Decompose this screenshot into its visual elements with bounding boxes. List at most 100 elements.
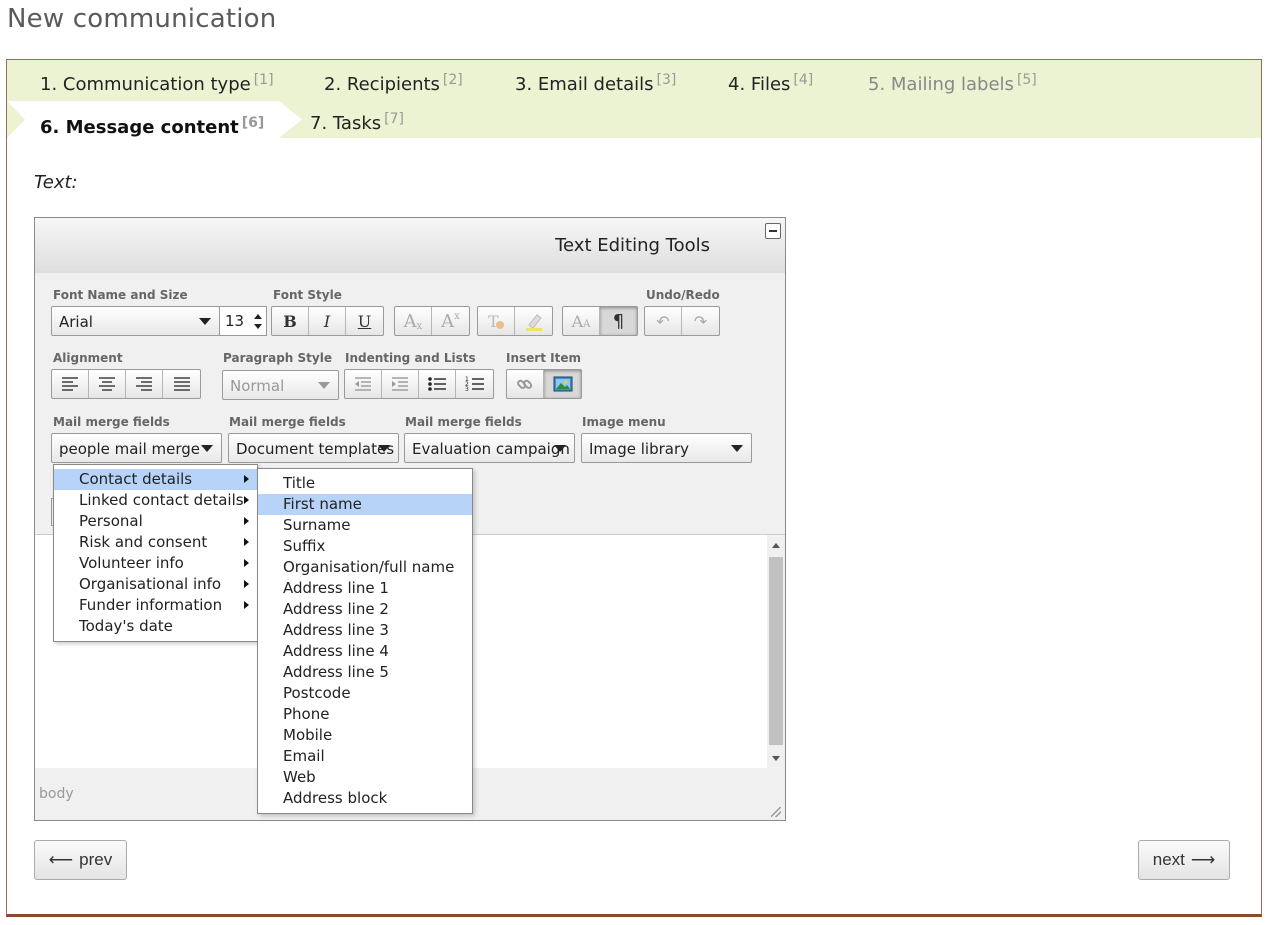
submenu-item-address-line-3[interactable]: Address line 3 [258,620,472,641]
font-group-label: Font Name and Size [53,288,188,302]
tab-email-details[interactable]: 3. Email details [3] [515,72,676,95]
show-formatting-button[interactable]: ¶ [600,307,637,335]
evaluation-campaign-select[interactable]: Evaluation campaign [404,433,575,463]
bullet-list-icon [428,377,446,391]
redo-button[interactable]: ↷ [682,307,719,335]
alignment-group [51,369,201,399]
underline-button[interactable]: U [346,307,383,335]
alignment-group-label: Alignment [53,351,123,365]
chevron-down-icon [731,445,743,452]
editor-header: Text Editing Tools [35,218,785,273]
spin-up-icon[interactable] [254,314,262,319]
bold-button[interactable]: B [272,307,309,335]
image-library-select[interactable]: Image library [581,433,752,463]
highlighter-icon [525,314,542,331]
tab-shortcut: [1] [253,72,274,88]
font-name-select[interactable]: Arial [51,306,220,336]
align-right-button[interactable] [126,370,163,398]
image-menu-label: Image menu [582,415,666,429]
menu-item-contact-details[interactable]: Contact details [54,469,257,490]
menu-item-todays-date[interactable]: Today's date [54,616,257,637]
submenu-item-title[interactable]: Title [258,473,472,494]
menu-item-label: Organisational info [79,575,222,593]
menu-item-volunteer-info[interactable]: Volunteer info [54,553,257,574]
submenu-arrow-icon [244,601,249,609]
submenu-arrow-icon [244,580,249,588]
paragraph-style-select[interactable]: Normal [222,370,339,400]
insert-link-button[interactable] [507,370,544,398]
numbered-list-button[interactable]: 123 [456,370,493,398]
tab-recipients[interactable]: 2. Recipients [2] [324,72,463,95]
style-group-label: Font Style [273,288,342,302]
outdent-button[interactable] [345,370,382,398]
highlight-button[interactable] [515,307,552,335]
menu-item-risk-and-consent[interactable]: Risk and consent [54,532,257,553]
people-mail-merge-select[interactable]: people mail merge [51,433,222,463]
indent-button[interactable] [382,370,419,398]
tab-files[interactable]: 4. Files [4] [728,72,813,95]
select-value: people mail merge [59,440,201,458]
resize-grip-icon[interactable] [771,807,781,817]
submenu-item-address-line-2[interactable]: Address line 2 [258,599,472,620]
select-value: Image library [589,440,690,458]
submenu-item-postcode[interactable]: Postcode [258,683,472,704]
tab-mailing-labels[interactable]: 5. Mailing labels [5] [868,72,1037,95]
subscript-icon: A [403,310,417,332]
submenu-arrow-icon [244,559,249,567]
menu-item-personal[interactable]: Personal [54,511,257,532]
image-icon [553,376,572,392]
submenu-item-address-line-4[interactable]: Address line 4 [258,641,472,662]
tab-tasks[interactable]: 7. Tasks [7] [310,111,404,134]
pilcrow-icon: ¶ [612,310,625,332]
align-left-button[interactable] [52,370,89,398]
submenu-item-web[interactable]: Web [258,767,472,788]
align-center-button[interactable] [89,370,126,398]
document-templates-select[interactable]: Document templates [228,433,399,463]
submenu-item-address-block[interactable]: Address block [258,788,472,809]
insert-image-button[interactable] [544,370,581,398]
superscript-button[interactable]: Ax [432,307,469,335]
element-path: body [39,786,74,802]
tab-shortcut: [3] [656,72,677,88]
spin-down-icon[interactable] [254,324,262,329]
editor-scrollbar[interactable] [767,535,785,769]
scroll-down-icon[interactable] [772,756,780,761]
chevron-down-icon [378,445,390,452]
subscript-button[interactable]: Ax [395,307,432,335]
align-left-icon [62,377,78,391]
menu-item-organisational-info[interactable]: Organisational info [54,574,257,595]
submenu-item-mobile[interactable]: Mobile [258,725,472,746]
submenu-item-organisation-full-name[interactable]: Organisation/full name [258,557,472,578]
submenu-arrow-icon [244,538,249,546]
submenu-item-surname[interactable]: Surname [258,515,472,536]
scroll-up-icon[interactable] [772,543,780,548]
chevron-down-icon [318,382,330,389]
submenu-item-address-line-1[interactable]: Address line 1 [258,578,472,599]
submenu-item-suffix[interactable]: Suffix [258,536,472,557]
submenu-item-first-name[interactable]: First name [258,494,472,515]
font-size-stepper[interactable]: 13 [219,306,267,336]
next-label: next [1152,850,1185,869]
menu-item-label: Contact details [79,470,193,488]
text-color-button[interactable]: T [478,307,515,335]
justify-button[interactable] [163,370,200,398]
menu-item-label: Funder information [79,596,223,614]
menu-item-linked-contact-details[interactable]: Linked contact details [54,490,257,511]
collapse-icon[interactable] [765,223,781,239]
submenu-item-phone[interactable]: Phone [258,704,472,725]
change-case-button[interactable]: AA [563,307,600,335]
scroll-thumb[interactable] [769,557,783,745]
bullet-list-button[interactable] [419,370,456,398]
undo-button[interactable]: ↶ [645,307,682,335]
paragraph-group-label: Paragraph Style [223,351,332,365]
submenu-item-email[interactable]: Email [258,746,472,767]
menu-item-funder-information[interactable]: Funder information [54,595,257,616]
tab-communication-type[interactable]: 1. Communication type [1] [40,72,274,95]
submenu-item-address-line-5[interactable]: Address line 5 [258,662,472,683]
chevron-down-icon [199,318,211,325]
tab-message-content[interactable]: 6. Message content [6] [40,115,264,138]
prev-button[interactable]: ⟵ prev [34,840,127,880]
next-button[interactable]: next ⟶ [1138,840,1230,880]
insert-group [506,369,582,399]
italic-button[interactable]: I [309,307,346,335]
